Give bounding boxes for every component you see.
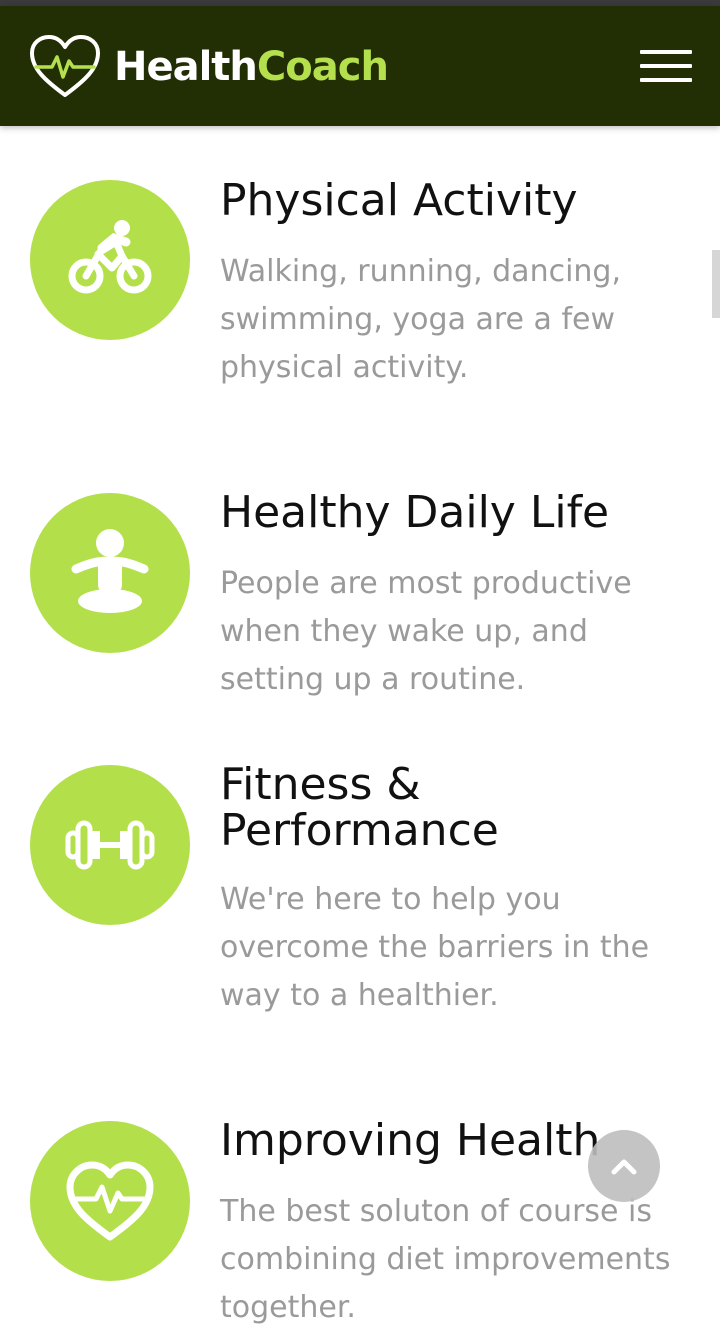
scrollbar-thumb[interactable] xyxy=(712,250,720,318)
feature-title: Physical Activity xyxy=(220,175,578,226)
scroll-to-top-button[interactable] xyxy=(588,1130,660,1202)
feature-description: People are most productive when they wak… xyxy=(220,566,632,697)
brand-name: HealthCoach xyxy=(114,44,389,90)
feature-description: We're here to help you overcome the barr… xyxy=(220,882,650,1013)
feature-title: Healthy Daily Life xyxy=(220,487,610,538)
brand-name-health: Health xyxy=(114,44,258,90)
brand-logo[interactable]: HealthCoach xyxy=(28,32,389,102)
chevron-up-icon xyxy=(611,1159,637,1175)
feature-icon-circle xyxy=(30,765,190,925)
brand-name-coach: Coach xyxy=(256,44,389,90)
feature-icon-circle xyxy=(30,1121,190,1281)
hamburger-icon xyxy=(640,64,692,68)
dumbbell-icon xyxy=(65,820,155,870)
navbar: HealthCoach xyxy=(0,6,720,126)
feature-description: The best soluton of course is combining … xyxy=(220,1194,671,1325)
feature-icon-circle xyxy=(30,493,190,653)
menu-button[interactable] xyxy=(640,46,692,86)
feature-title: Fitness & Performance xyxy=(220,759,499,856)
bicycle-icon xyxy=(68,220,152,294)
heart-pulse-icon xyxy=(30,35,100,97)
meditation-icon xyxy=(71,529,149,613)
feature-description: Walking, running, dancing, swimming, yog… xyxy=(220,254,622,385)
heart-pulse-icon xyxy=(66,1161,154,1241)
hamburger-icon xyxy=(640,50,692,54)
feature-icon-circle xyxy=(30,180,190,340)
hamburger-icon xyxy=(640,78,692,82)
